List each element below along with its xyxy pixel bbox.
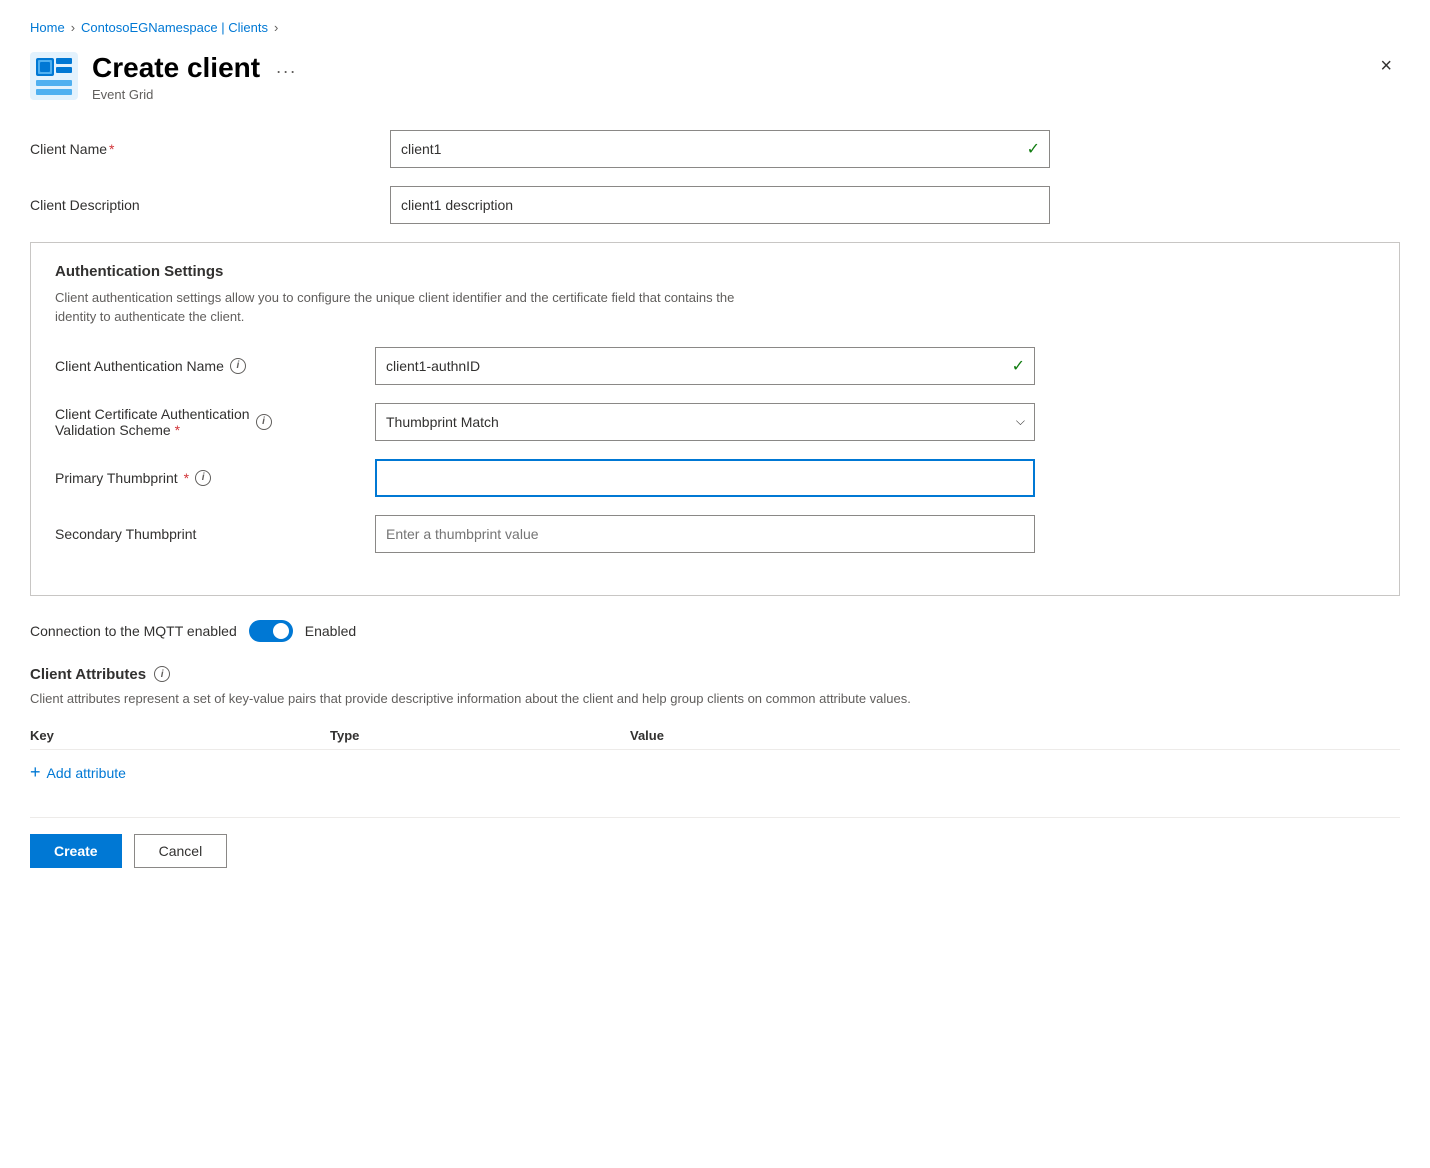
create-button[interactable]: Create: [30, 834, 122, 868]
page-header: Create client ... Event Grid ×: [30, 51, 1400, 102]
client-description-label: Client Description: [30, 197, 390, 213]
client-attributes-info-icon[interactable]: i: [154, 666, 170, 682]
bottom-buttons: Create Cancel: [30, 817, 1400, 868]
validation-scheme-label: Client Certificate Authentication Valida…: [55, 406, 375, 438]
ellipsis-button[interactable]: ...: [270, 55, 303, 80]
auth-name-field: ✓: [375, 347, 1035, 385]
auth-settings-desc: Client authentication settings allow you…: [55, 288, 755, 327]
client-name-required: *: [109, 141, 114, 157]
auth-settings-box: Authentication Settings Client authentic…: [30, 242, 1400, 596]
mqtt-label: Connection to the MQTT enabled: [30, 623, 237, 639]
breadcrumb: Home › ContosoEGNamespace | Clients ›: [30, 20, 1400, 35]
primary-thumbprint-row: Primary Thumbprint * i: [55, 459, 1375, 497]
client-attributes-title: Client Attributes: [30, 666, 146, 683]
toggle-thumb: [273, 623, 289, 639]
client-name-row: Client Name* ✓: [30, 130, 1400, 168]
primary-thumbprint-input[interactable]: [375, 459, 1035, 497]
toggle-track: [249, 620, 293, 642]
validation-required: *: [175, 422, 180, 438]
validation-scheme-row: Client Certificate Authentication Valida…: [55, 403, 1375, 441]
validation-scheme-field: Thumbprint Match Subject Matches Authent…: [375, 403, 1035, 441]
client-name-input[interactable]: [390, 130, 1050, 168]
primary-thumbprint-field: [375, 459, 1035, 497]
mqtt-toggle-row: Connection to the MQTT enabled Enabled: [30, 620, 1400, 642]
attributes-table-header: Key Type Value: [30, 728, 1400, 750]
header-left: Create client ... Event Grid: [30, 51, 303, 102]
secondary-thumbprint-label: Secondary Thumbprint: [55, 526, 375, 542]
breadcrumb-namespace[interactable]: ContosoEGNamespace | Clients: [81, 20, 268, 35]
cancel-button[interactable]: Cancel: [134, 834, 228, 868]
client-name-field: ✓: [390, 130, 1050, 168]
client-description-field: [390, 186, 1050, 224]
client-description-input[interactable]: [390, 186, 1050, 224]
breadcrumb-sep2: ›: [274, 20, 278, 35]
close-button[interactable]: ×: [1372, 51, 1400, 82]
client-attributes-section: Client Attributes i Client attributes re…: [30, 666, 1400, 788]
secondary-thumbprint-field: [375, 515, 1035, 553]
page-subtitle: Event Grid: [92, 87, 303, 102]
add-attribute-label: Add attribute: [47, 765, 126, 781]
secondary-thumbprint-input[interactable]: [375, 515, 1035, 553]
validation-scheme-select[interactable]: Thumbprint Match Subject Matches Authent…: [375, 403, 1035, 441]
breadcrumb-sep1: ›: [71, 20, 75, 35]
primary-thumbprint-required: *: [184, 470, 189, 486]
auth-name-row: Client Authentication Name i ✓: [55, 347, 1375, 385]
mqtt-toggle[interactable]: [249, 620, 293, 642]
auth-name-label: Client Authentication Name i: [55, 358, 375, 374]
auth-name-info-icon[interactable]: i: [230, 358, 246, 374]
page-title: Create client: [92, 51, 260, 85]
breadcrumb-home[interactable]: Home: [30, 20, 65, 35]
secondary-thumbprint-row: Secondary Thumbprint: [55, 515, 1375, 553]
event-grid-icon: [30, 52, 78, 100]
col-value-header: Value: [630, 728, 1400, 743]
validation-info-icon[interactable]: i: [256, 414, 272, 430]
mqtt-status: Enabled: [305, 623, 356, 639]
client-attributes-desc: Client attributes represent a set of key…: [30, 689, 1400, 709]
primary-thumbprint-label: Primary Thumbprint * i: [55, 470, 375, 486]
client-attributes-title-row: Client Attributes i: [30, 666, 1400, 683]
auth-name-input[interactable]: [375, 347, 1035, 385]
col-key-header: Key: [30, 728, 330, 743]
header-title-block: Create client ... Event Grid: [92, 51, 303, 102]
auth-settings-title: Authentication Settings: [55, 263, 1375, 280]
client-description-row: Client Description: [30, 186, 1400, 224]
col-type-header: Type: [330, 728, 630, 743]
primary-thumbprint-info-icon[interactable]: i: [195, 470, 211, 486]
add-plus-icon: +: [30, 762, 41, 783]
client-name-label: Client Name*: [30, 141, 390, 157]
add-attribute-button[interactable]: + Add attribute: [30, 758, 126, 787]
